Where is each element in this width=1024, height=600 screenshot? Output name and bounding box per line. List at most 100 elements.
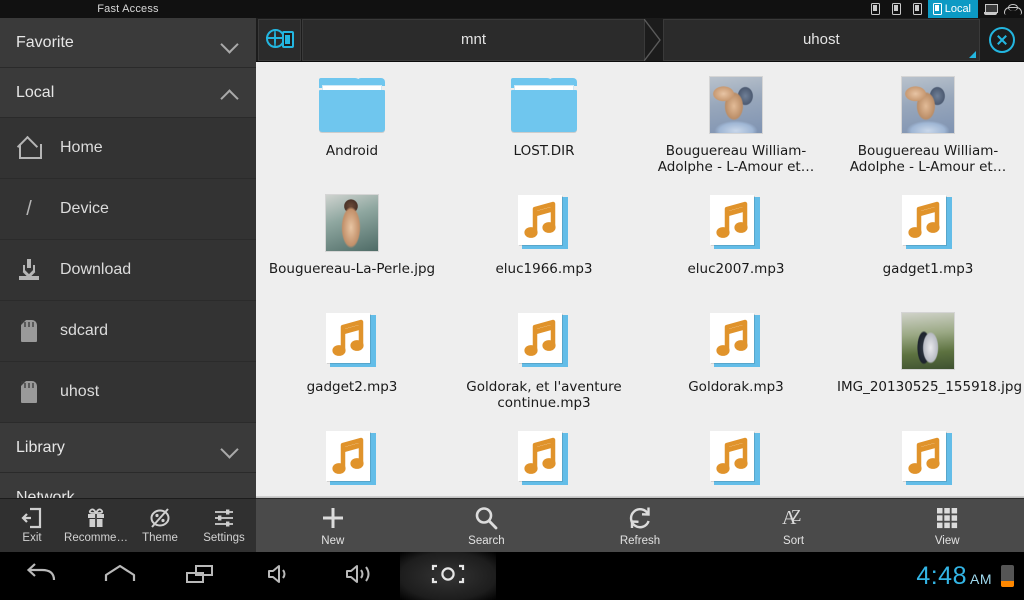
sidebar-section-network[interactable]: Network: [0, 473, 256, 498]
music-file-icon: [710, 310, 762, 372]
file-item[interactable]: Goldorak.mp3: [640, 304, 832, 422]
chevron-down-icon[interactable]: [220, 438, 240, 458]
file-item[interactable]: Goldorak, et l'aventure continue.mp3: [448, 304, 640, 422]
file-name-label: Goldorak, et l'aventure continue.mp3: [466, 379, 622, 411]
chevron-down-icon[interactable]: [220, 33, 240, 53]
file-item[interactable]: eluc2007.mp3: [640, 186, 832, 304]
recents-icon: [184, 562, 216, 591]
file-name-label: Goldorak.mp3: [688, 379, 784, 395]
sort-button[interactable]: A Z Sort: [717, 499, 871, 552]
sidebar-section-library[interactable]: Library: [0, 423, 256, 473]
chevron-up-icon[interactable]: [220, 83, 240, 103]
slash-icon: /: [26, 198, 32, 220]
network-device-button[interactable]: [258, 18, 302, 61]
clock[interactable]: 4:48 AM: [916, 562, 992, 591]
file-item[interactable]: eluc1966.mp3: [448, 186, 640, 304]
file-item[interactable]: gadget2.mp3: [256, 304, 448, 422]
volume-down-button[interactable]: [240, 552, 320, 600]
sliders-icon: [213, 507, 235, 529]
tab-window-3[interactable]: [907, 0, 928, 18]
file-item[interactable]: LOST.DIR: [448, 68, 640, 186]
refresh-button[interactable]: Refresh: [563, 499, 717, 552]
file-item[interactable]: [256, 422, 448, 498]
file-name-label: Bouguereau-La-Perle.jpg: [268, 261, 436, 277]
music-file-icon: [518, 310, 570, 372]
clock-time: 4:48: [916, 561, 967, 590]
sidebar-section-favorite[interactable]: Favorite: [0, 18, 256, 68]
file-item[interactable]: Bouguereau William-Adolphe - L-Amour et…: [640, 68, 832, 186]
sidebar-section-local[interactable]: Local: [0, 68, 256, 118]
file-item[interactable]: gadget1.mp3: [832, 186, 1024, 304]
tab-window-2[interactable]: [886, 0, 907, 18]
file-name-label: IMG_20130525_155918.jpg: [837, 379, 1023, 395]
settings-button[interactable]: Settings: [192, 499, 256, 552]
expand-corner-icon[interactable]: [968, 50, 976, 58]
back-button[interactable]: [0, 552, 80, 600]
file-item[interactable]: Bouguereau William-Adolphe - L-Amour et…: [832, 68, 1024, 186]
sort-az-icon: A Z: [781, 505, 807, 531]
file-name-label: gadget2.mp3: [306, 379, 398, 395]
tab-window-1[interactable]: [865, 0, 886, 18]
android-navigation-bar: 4:48 AM: [0, 552, 1024, 600]
file-grid: Android LOST.DIR Bouguereau William-Adolph…: [256, 62, 1024, 498]
file-name-label: gadget1.mp3: [882, 261, 974, 277]
clock-ampm: AM: [970, 570, 992, 587]
tablet-screen: Fast Access Favorite Local Home / Device…: [0, 0, 1024, 600]
sdcard-icon: [16, 379, 42, 405]
file-name-label: Bouguereau William-Adolphe - L-Amour et…: [657, 143, 815, 175]
music-file-icon: [326, 310, 378, 372]
file-item[interactable]: [832, 422, 1024, 498]
sidebar-item-uhost[interactable]: uhost: [0, 362, 256, 423]
screenshot-button[interactable]: [400, 552, 496, 600]
file-item[interactable]: Bouguereau-La-Perle.jpg: [256, 186, 448, 304]
sidebar-item-home[interactable]: Home: [0, 118, 256, 179]
sidebar-item-sdcard[interactable]: sdcard: [0, 301, 256, 362]
tool-label: Theme: [142, 532, 178, 544]
exit-button[interactable]: Exit: [0, 499, 64, 552]
palette-icon: [149, 507, 171, 529]
close-icon: [989, 26, 1016, 53]
sidebar-item-device[interactable]: / Device: [0, 179, 256, 240]
exit-icon: [21, 507, 43, 529]
sidebar-item-download[interactable]: Download: [0, 240, 256, 301]
file-item[interactable]: [640, 422, 832, 498]
new-button[interactable]: New: [256, 499, 410, 552]
theme-button[interactable]: Theme: [128, 499, 192, 552]
fast-access-sidebar: Fast Access Favorite Local Home / Device…: [0, 0, 256, 552]
image-thumbnail: [710, 74, 762, 136]
tablet-icon: [891, 3, 901, 15]
close-button[interactable]: [980, 18, 1024, 61]
bottom-toolbar: New Search Refresh A Z Sort View: [256, 498, 1024, 552]
status-clock-area: 4:48 AM: [916, 552, 1014, 600]
search-icon: [473, 505, 499, 531]
breadcrumb-label: uhost: [802, 31, 840, 48]
home-button[interactable]: [80, 552, 160, 600]
file-item[interactable]: IMG_20130525_155918.jpg: [832, 304, 1024, 422]
file-grid-panel[interactable]: Android LOST.DIR Bouguereau William-Adolph…: [256, 62, 1024, 498]
sidebar-toolbar: Exit Recomme… Theme Settings: [0, 498, 256, 552]
chevron-down-icon[interactable]: [220, 488, 240, 499]
sidebar-section-label: Network: [16, 488, 75, 499]
search-button[interactable]: Search: [410, 499, 564, 552]
recents-button[interactable]: [160, 552, 240, 600]
file-item[interactable]: [448, 422, 640, 498]
home-icon: [16, 135, 42, 161]
refresh-icon: [627, 505, 653, 531]
view-button[interactable]: View: [870, 499, 1024, 552]
file-item[interactable]: Android: [256, 68, 448, 186]
path-breadcrumb-bar: mnt uhost: [256, 18, 1024, 62]
breadcrumb-mnt[interactable]: mnt: [302, 18, 661, 61]
tablet-icon: [870, 3, 880, 15]
file-name-label: LOST.DIR: [513, 143, 575, 159]
window-tabs: Local: [865, 0, 978, 18]
pc-icon[interactable]: [984, 3, 998, 15]
tab-local[interactable]: Local: [927, 0, 978, 18]
volume-up-button[interactable]: [320, 552, 400, 600]
recommend-button[interactable]: Recomme…: [64, 499, 128, 552]
cloud-icon[interactable]: [1004, 3, 1022, 15]
fast-access-title: Fast Access: [0, 0, 256, 18]
grid-view-icon: [935, 505, 959, 531]
sidebar-scroll-area[interactable]: Favorite Local Home / Device Download sd…: [0, 18, 256, 498]
breadcrumb-uhost[interactable]: uhost: [662, 18, 980, 61]
sidebar-section-label: Favorite: [16, 33, 74, 51]
